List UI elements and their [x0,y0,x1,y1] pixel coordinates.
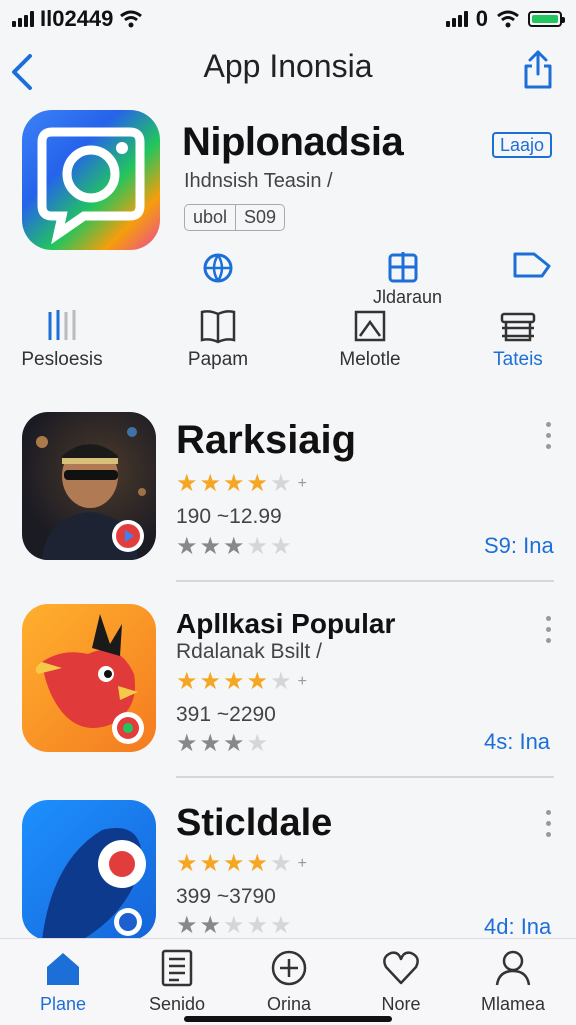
plus-circle-icon [271,950,307,986]
star-rating: ★ ★ ★ ★ ★ + [176,470,307,497]
tabbar-item-senido[interactable]: Senido [122,949,232,1015]
app-size-label[interactable]: S9: Ina [484,533,554,559]
divider [176,580,554,582]
home-icon [47,953,79,985]
secondary-rating: ★ ★ ★ ★ ★ [176,912,292,939]
more-options-icon[interactable] [546,810,551,837]
plus-box-icon[interactable] [387,250,419,284]
stack-icon [500,312,536,342]
download-range: 190 ~12.99 [176,505,282,528]
tabbar-item-orina[interactable]: Orina [234,949,344,1015]
image-icon [354,310,386,342]
star-rating: ★ ★ ★ ★ ★ + [176,668,307,695]
secondary-rating: ★ ★ ★ ★ ★ [176,533,292,560]
app-subtitle: Ihdnsish Teasin / [184,170,333,192]
action-label-1: Jldaraun [373,287,443,307]
person-icon [495,950,531,986]
download-range: 391 ~2290 [176,703,276,726]
bottom-tab-bar: Plane Senido Orina Nore Mlamea [0,938,576,1025]
app-title: Apllkasi Popular [176,608,396,639]
tabbar-label: Nore [381,994,421,1014]
list-icon [161,949,193,987]
app-title: Niplonadsia [182,120,404,164]
tab-label: Pesloesis [21,349,103,370]
divider [176,776,554,778]
app-size-label[interactable]: 4s: Ina [484,729,550,755]
battery-icon [528,11,565,27]
tabbar-item-plane[interactable]: Plane [8,949,118,1015]
heart-icon [383,951,419,985]
tab-melotle[interactable]: Melotle [328,308,412,371]
person-icon [36,427,146,560]
star-rating: ★ ★ ★ ★ ★ + [176,850,307,877]
wifi-icon [497,10,519,28]
signal-icon [12,11,34,27]
share-icon[interactable] [522,50,554,90]
tag-icon[interactable] [512,250,552,280]
app-icon-apllkasi-popular[interactable] [22,604,156,752]
chip-age: ubol [184,204,236,231]
home-indicator [184,1016,392,1022]
app-subtitle: Rdalanak Bsilt / [176,640,322,663]
status-bar-right: 0 [445,6,565,32]
tab-label: Melotle [339,349,401,370]
app-icon-camera[interactable] [22,110,160,250]
secondary-rating: ★ ★ ★ ★ [176,730,269,757]
status-text: Il02449 [40,6,114,31]
globe-icon[interactable] [202,252,234,284]
app-title: Sticldale [176,802,333,844]
tabbar-item-mlamea[interactable]: Mlamea [458,949,568,1015]
book-icon [200,310,236,344]
app-chips: ubol S09 [184,204,286,231]
pin-icon [42,828,146,940]
tab-label: Papam [187,349,249,370]
language-button[interactable]: Laajo [492,132,552,158]
tabbar-label: Senido [148,994,206,1014]
camera-icon [37,127,145,245]
more-options-icon[interactable] [546,422,551,449]
status-bar-left: Il02449 [12,6,143,32]
tab-label: Tateis [493,349,543,370]
chip-size: S09 [235,204,286,231]
bird-icon [35,614,144,744]
app-icon-sticldale[interactable] [22,800,156,940]
app-icon-rarksiaig[interactable] [22,412,156,560]
download-range: 399 ~3790 [176,885,276,908]
tab-pesloesis[interactable]: Pesloesis [20,308,104,371]
tab-papam[interactable]: Papam [176,308,260,371]
app-size-label[interactable]: 4d: Ina [484,914,551,940]
tabbar-label: Mlamea [480,994,546,1014]
status-right-text: 0 [475,6,488,31]
app-title: Rarksiaig [176,418,357,462]
tab-tateis[interactable]: Tateis [476,308,560,371]
cell-signal-icon [445,11,468,27]
wifi-icon [120,10,143,28]
bars-icon [48,310,76,340]
nav-title: App Inonsia [203,48,373,84]
tabbar-label: Plane [39,994,87,1014]
tabbar-item-nore[interactable]: Nore [346,949,456,1015]
tabbar-label: Orina [266,994,311,1014]
more-options-icon[interactable] [546,616,551,643]
